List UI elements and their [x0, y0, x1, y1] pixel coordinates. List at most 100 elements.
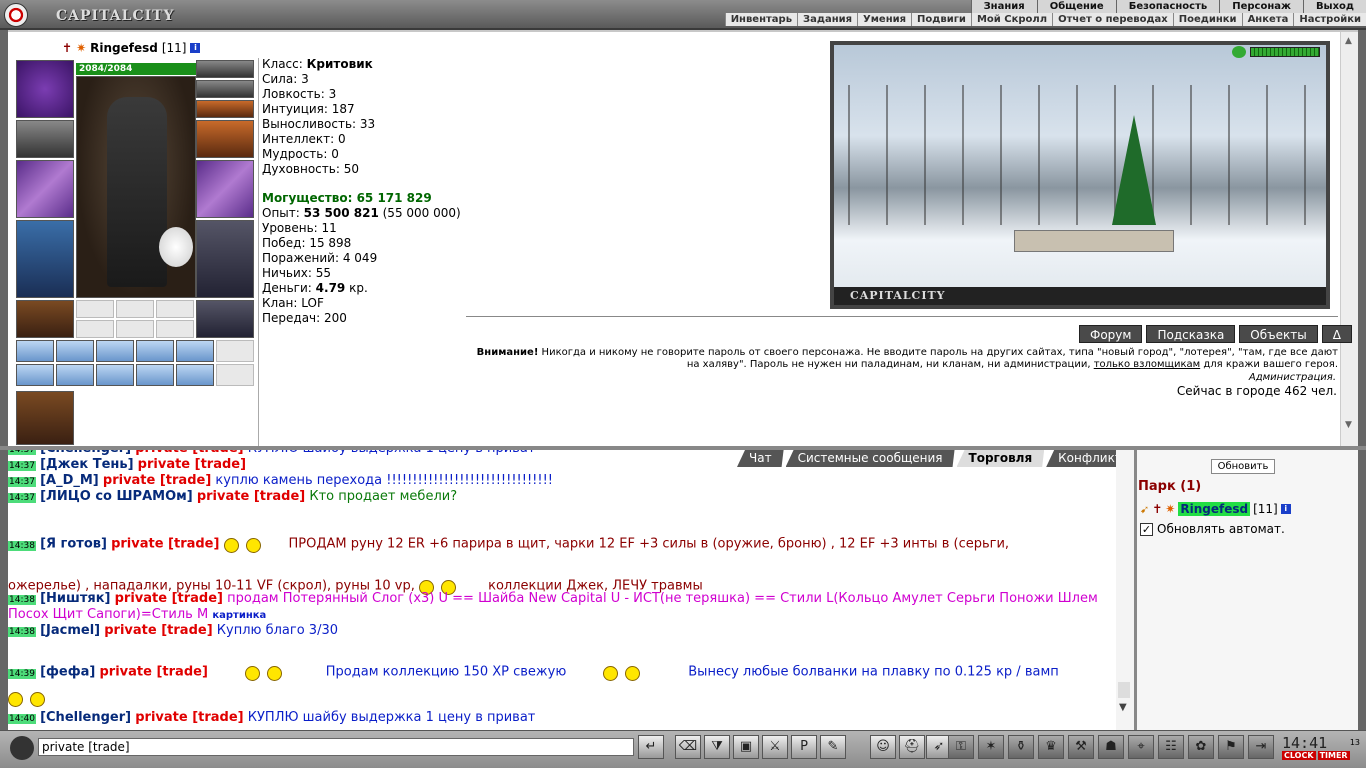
treasure-icon[interactable]: ♛ — [1038, 735, 1064, 759]
info-icon[interactable]: i — [1280, 504, 1291, 514]
private-tag[interactable]: private [trade] — [135, 710, 243, 725]
rune-slot[interactable] — [116, 300, 154, 318]
scroll-slot[interactable] — [136, 340, 174, 362]
menu-knowledge[interactable]: Знания — [970, 0, 1037, 13]
timer-label[interactable]: TIMER — [1317, 751, 1350, 760]
warning-link[interactable]: только взломщикам — [1094, 359, 1200, 370]
hint-button[interactable]: Подсказка — [1146, 325, 1236, 343]
lock-icon[interactable]: ⚿ — [948, 735, 974, 759]
menu-security[interactable]: Безопасность — [1115, 0, 1220, 13]
chat-nick[interactable]: [фефа] — [40, 665, 95, 680]
clock-label[interactable]: CLOCK — [1282, 751, 1316, 760]
chat-nick[interactable]: [Я готов] — [40, 537, 107, 552]
tab-trade[interactable]: Торговля — [957, 450, 1045, 467]
chat-nick[interactable]: [Jacmel] — [40, 623, 100, 638]
scroll-slot[interactable] — [176, 364, 214, 386]
bag-slot[interactable] — [16, 391, 74, 445]
rune-slot[interactable] — [116, 320, 154, 338]
filter-icon[interactable]: ⧩ — [704, 735, 730, 759]
private-tag[interactable]: private [trade] — [115, 591, 223, 606]
scroll-slot[interactable] — [56, 340, 94, 362]
helmet-icon[interactable]: ⛑ — [899, 735, 925, 759]
scroll-down-icon[interactable]: ▼ — [1119, 702, 1127, 713]
rune-slot[interactable] — [76, 300, 114, 318]
smile-pen-icon[interactable]: ✎ — [820, 735, 846, 759]
boots-slot[interactable] — [196, 300, 254, 338]
scroll-slot[interactable] — [176, 340, 214, 362]
private-tag[interactable]: private [trade] — [103, 473, 211, 488]
target-icon[interactable]: ⌖ — [1128, 735, 1154, 759]
hood-icon[interactable]: ☗ — [1098, 735, 1124, 759]
belt-slot[interactable] — [16, 300, 74, 338]
submenu-profile[interactable]: Анкета — [1241, 13, 1294, 26]
scroll-slot[interactable] — [136, 364, 174, 386]
scroll-up-icon[interactable]: ▲ — [1345, 36, 1352, 46]
submenu-skills[interactable]: Умения — [857, 13, 911, 26]
submenu-quests[interactable]: Задания — [797, 13, 857, 26]
earring-slot[interactable] — [196, 60, 254, 78]
chat-nick[interactable]: [A_D_M] — [40, 473, 99, 488]
erase-icon[interactable]: ⌫ — [675, 735, 701, 759]
forum-button[interactable]: Форум — [1079, 325, 1143, 343]
tab-system-messages[interactable]: Системные сообщения — [786, 450, 955, 467]
paw-icon[interactable]: ✿ — [1188, 735, 1214, 759]
objects-button[interactable]: Объекты — [1239, 325, 1318, 343]
character-avatar[interactable] — [76, 76, 196, 298]
delta-button[interactable]: Δ — [1321, 325, 1352, 343]
gloves-slot[interactable] — [196, 120, 254, 158]
clan-value[interactable]: LOF — [301, 296, 324, 310]
helmet-slot[interactable] — [16, 60, 74, 118]
scroll-slot[interactable] — [216, 340, 254, 362]
rune-slot[interactable] — [76, 320, 114, 338]
menu-exit[interactable]: Выход — [1302, 0, 1366, 13]
chat-nick[interactable]: [Ништяк] — [40, 591, 110, 606]
chat-input[interactable]: private [trade] — [38, 738, 634, 756]
private-tag[interactable]: private [trade] — [197, 489, 305, 504]
submenu-achievements[interactable]: Подвиги — [911, 13, 971, 26]
fight-icon[interactable]: ⚔ — [762, 735, 788, 759]
private-tag[interactable]: private [trade] — [100, 665, 208, 680]
bracer-slot[interactable] — [16, 120, 74, 158]
hit-icon[interactable]: ✶ — [978, 735, 1004, 759]
ring-slots[interactable] — [196, 100, 254, 118]
submenu-inventory[interactable]: Инвентарь — [724, 13, 797, 26]
info-icon[interactable]: i — [190, 43, 201, 53]
tab-chat[interactable]: Чат — [737, 450, 784, 467]
offhand-slot[interactable] — [196, 160, 254, 218]
menu-character[interactable]: Персонаж — [1219, 0, 1303, 13]
player-name[interactable]: Ringefesd — [1178, 502, 1251, 516]
scroll-slot[interactable] — [96, 340, 134, 362]
send-icon[interactable]: ↵ — [638, 735, 664, 759]
chat-scrollbar[interactable]: ▼ — [1116, 450, 1134, 732]
leggings-slot[interactable] — [196, 220, 254, 298]
rune-slot[interactable] — [156, 320, 194, 338]
submenu-transfers-report[interactable]: Отчет о переводах — [1052, 13, 1173, 26]
submenu-duels[interactable]: Поединки — [1172, 13, 1242, 26]
scroll-slot[interactable] — [16, 364, 54, 386]
private-tag[interactable]: private [trade] — [138, 457, 246, 472]
private-tag[interactable]: private [trade] — [111, 537, 219, 552]
scroll-slot[interactable] — [16, 340, 54, 362]
refresh-button[interactable]: Обновить — [1211, 459, 1275, 474]
scroll-thumb[interactable] — [1118, 682, 1130, 698]
upper-scrollbar[interactable]: ▲ ▼ — [1340, 32, 1358, 446]
submenu-my-scroll[interactable]: Мой Скролл — [970, 13, 1052, 26]
scroll-slot[interactable] — [56, 364, 94, 386]
private-tag[interactable]: private [trade] — [104, 623, 212, 638]
bag-icon[interactable]: ⚱ — [1008, 735, 1034, 759]
group-icon[interactable]: ☷ — [1158, 735, 1184, 759]
exit-icon[interactable]: ⇥ — [1248, 735, 1274, 759]
chat-nick[interactable]: [Chellenger] — [40, 710, 131, 725]
flag-icon[interactable]: ⚑ — [1218, 735, 1244, 759]
menu-communication[interactable]: Общение — [1036, 0, 1116, 13]
private-arrow-icon[interactable]: ➹ — [1140, 503, 1149, 516]
chat-nick[interactable]: [ЛИЦО со ШРАМОм] — [40, 489, 193, 504]
rune-slot[interactable] — [156, 300, 194, 318]
scroll-slot[interactable] — [216, 364, 254, 386]
necklace-slot[interactable] — [196, 80, 254, 98]
auto-refresh-checkbox[interactable]: ✓ — [1140, 522, 1153, 536]
smiley-icon[interactable]: ☺ — [870, 735, 896, 759]
armor-slot[interactable] — [16, 220, 74, 298]
crossed-swords-icon[interactable]: ⚒ — [1068, 735, 1094, 759]
scroll-slot[interactable] — [96, 364, 134, 386]
